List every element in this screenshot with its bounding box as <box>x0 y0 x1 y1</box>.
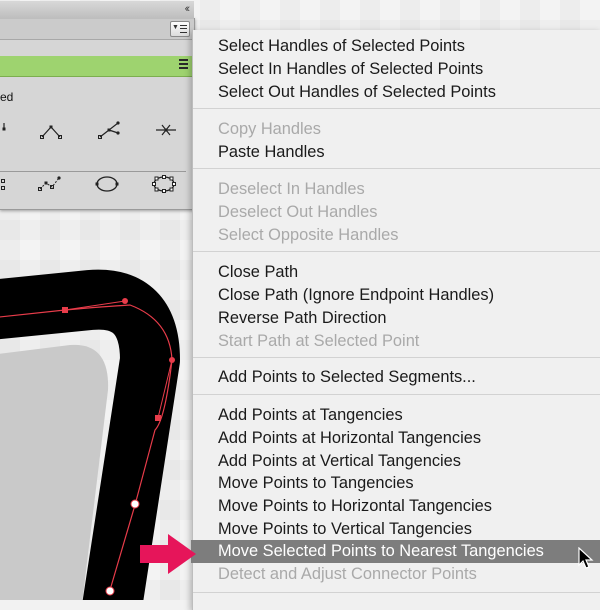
ellipse-path-icon[interactable] <box>94 173 120 195</box>
menu-item-select-out-handles[interactable]: Select Out Handles of Selected Points <box>193 81 600 104</box>
panel-menu-button[interactable]: ▼ <box>170 21 190 37</box>
menu-item-start-path-at-point: Start Path at Selected Point <box>218 332 420 350</box>
panel-section-label: ed <box>0 90 14 104</box>
menu-item-select-handles[interactable]: Select Handles of Selected Points <box>193 35 600 58</box>
handles-split-icon[interactable] <box>96 119 122 141</box>
handle-point <box>169 357 175 363</box>
mouse-cursor-icon <box>578 547 594 569</box>
menu-separator <box>193 394 600 395</box>
panel-header-bar <box>0 56 194 77</box>
menu-separator <box>193 251 600 252</box>
list-menu-icon[interactable] <box>179 59 188 70</box>
cut-point-icon[interactable] <box>153 119 179 141</box>
menu-item-add-points-vertical[interactable]: Add Points at Vertical Tangencies <box>193 450 600 473</box>
corner-point-icon[interactable] <box>0 119 12 141</box>
menu-item-move-points-horizontal[interactable]: Move Points to Horizontal Tangencies <box>193 495 600 518</box>
convert-anchor-icon[interactable] <box>38 119 64 141</box>
menu-item-copy-handles: Copy Handles <box>218 120 321 138</box>
anchor-point <box>155 415 161 421</box>
menu-item-deselect-in-handles: Deselect In Handles <box>218 180 365 198</box>
tools-panel: ‹‹ ▼ ed <box>0 1 195 210</box>
menu-separator <box>193 357 600 358</box>
panel-tab-bar: ▼ <box>0 19 194 40</box>
menu-item-move-points-tangencies[interactable]: Move Points to Tangencies <box>193 472 600 495</box>
handle-point <box>122 298 128 304</box>
menu-item-detect-connector-points: Detect and Adjust Connector Points <box>218 565 477 583</box>
menu-item-add-points-horizontal[interactable]: Add Points at Horizontal Tangencies <box>193 427 600 450</box>
ellipse-points-icon[interactable] <box>151 173 177 195</box>
menu-item-select-opposite-handles: Select Opposite Handles <box>218 226 399 244</box>
menu-item-select-in-handles[interactable]: Select In Handles of Selected Points <box>193 58 600 81</box>
menu-separator <box>193 592 600 593</box>
select-points-icon[interactable] <box>36 173 62 195</box>
panel-divider <box>0 171 186 172</box>
anchor-point <box>62 307 68 313</box>
menu-item-close-path[interactable]: Close Path <box>193 261 600 284</box>
panel-flyout-menu: Select Handles of Selected Points Select… <box>191 30 600 610</box>
menu-item-deselect-out-handles: Deselect Out Handles <box>218 203 378 221</box>
select-handles-icon[interactable] <box>0 173 12 195</box>
menu-item-paste-handles[interactable]: Paste Handles <box>193 141 600 164</box>
chevron-down-icon: ▼ <box>172 24 179 31</box>
menu-item-add-points-tangencies[interactable]: Add Points at Tangencies <box>193 404 600 427</box>
panel-title-bar[interactable]: ‹‹ <box>0 1 194 20</box>
menu-item-close-path-ignore[interactable]: Close Path (Ignore Endpoint Handles) <box>193 284 600 307</box>
menu-item-add-points-to-segments[interactable]: Add Points to Selected Segments... <box>193 366 600 389</box>
menu-item-move-points-vertical[interactable]: Move Points to Vertical Tangencies <box>193 518 600 541</box>
hamburger-icon <box>180 25 187 33</box>
menu-item-reverse-path[interactable]: Reverse Path Direction <box>193 307 600 330</box>
menu-item-move-selected-nearest[interactable]: Move Selected Points to Nearest Tangenci… <box>191 540 600 563</box>
selected-anchor <box>105 586 115 596</box>
collapse-panel-icon[interactable]: ‹‹ <box>185 3 191 15</box>
callout-arrow-icon <box>140 534 196 574</box>
menu-separator <box>193 168 600 169</box>
selected-anchor <box>130 499 140 509</box>
menu-separator <box>193 108 600 109</box>
